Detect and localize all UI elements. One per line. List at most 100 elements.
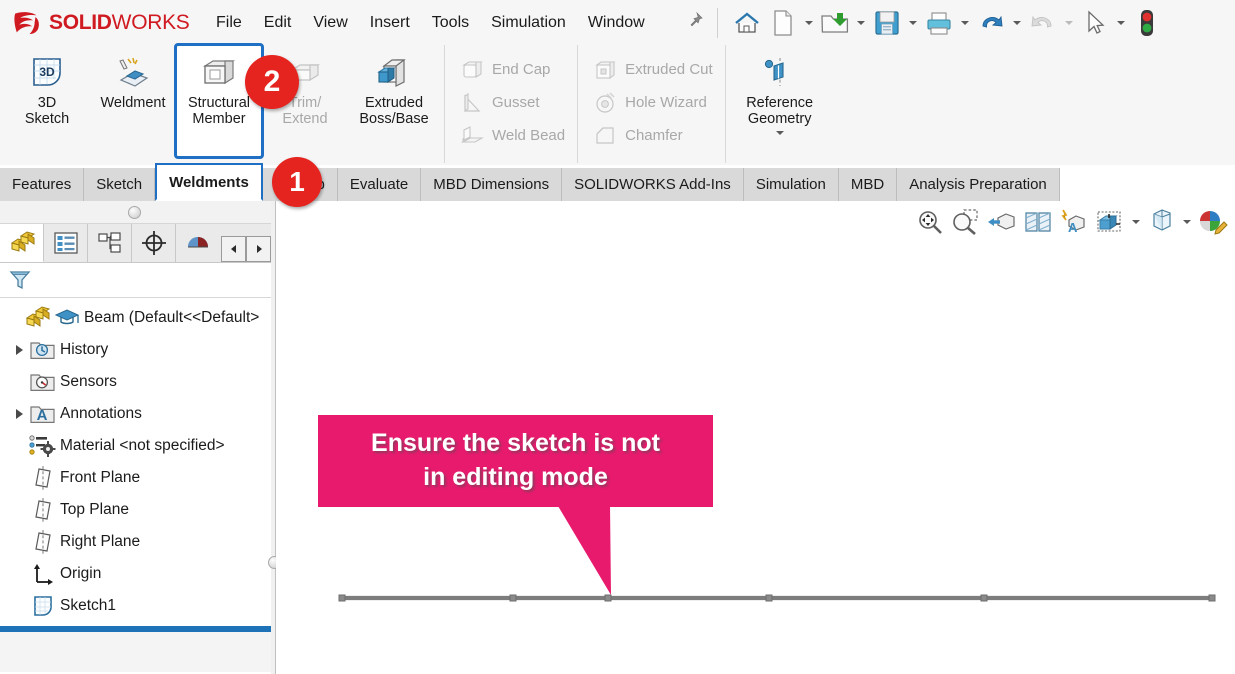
tab-analysis-preparation[interactable]: Analysis Preparation [897,168,1060,201]
configuration-manager-tab[interactable] [88,224,132,262]
hole-wizard-icon [590,91,620,115]
open-folder-icon[interactable] [818,6,852,40]
ribbon-reference-geometry-label: Reference Geometry [746,95,814,128]
tree-item-annotations[interactable]: A Annotations [0,398,271,430]
ribbon-structural-member-button[interactable]: Structural Member [174,43,264,159]
tab-evaluate[interactable]: Evaluate [337,168,422,201]
view-orientation-icon[interactable]: A [1057,205,1091,239]
menu-window[interactable]: Window [588,14,645,32]
tree-item-origin[interactable]: Origin [0,558,271,590]
tree-item-history[interactable]: History [0,334,271,366]
undo-caret-icon[interactable] [1010,6,1024,40]
tab-mbd-dimensions[interactable]: MBD Dimensions [421,168,563,201]
zoom-to-fit-icon[interactable] [913,205,947,239]
tab-mbd[interactable]: MBD [838,168,898,201]
display-manager-tab[interactable] [176,224,219,262]
gusset-icon [457,91,487,115]
menu-edit[interactable]: Edit [264,14,292,32]
tree-item-beam-label: Beam (Default<<Default> [84,309,260,326]
home-icon[interactable] [730,6,764,40]
tab-features[interactable]: Features [0,168,85,201]
ribbon-end-cap-button: End Cap [449,53,573,86]
ribbon-extruded-cut-button: Extruded Cut [582,53,721,86]
edit-appearance-icon[interactable] [1195,205,1229,239]
menu-view[interactable]: View [313,14,347,32]
material-icon [28,433,58,459]
dimxpert-manager-tab[interactable] [132,224,176,262]
hide-show-chevron-down-icon[interactable] [1180,205,1193,239]
tree-item-top-plane[interactable]: Top Plane [0,494,271,526]
pin-icon[interactable] [685,10,705,35]
chamfer-icon [590,124,620,148]
svg-text:A: A [1068,220,1078,235]
ribbon-chamfer-button: Chamfer [582,119,721,152]
feature-manager-tab[interactable] [0,224,44,262]
redo-caret-icon [1062,6,1076,40]
tree-item-front-plane[interactable]: Front Plane [0,462,271,494]
save-caret-icon[interactable] [906,6,920,40]
redo-icon[interactable] [1026,6,1060,40]
select-cursor-icon[interactable] [1078,6,1112,40]
save-icon[interactable] [870,6,904,40]
zoom-to-area-icon[interactable] [949,205,983,239]
tab-solidworks-add-ins[interactable]: SOLIDWORKS Add-Ins [562,168,744,201]
new-document-caret-icon[interactable] [802,6,816,40]
weldment-icon [113,53,153,93]
end-cap-icon [457,58,487,82]
splitter-grip-icon[interactable] [128,206,141,219]
feature-tree-icon [10,230,35,252]
tree-expand-history-icon[interactable] [10,345,28,355]
property-manager-tab[interactable] [44,224,88,262]
ribbon-3d-sketch-button[interactable]: 3D 3D Sketch [4,45,90,127]
view-heads-up-toolbar: A [913,201,1229,243]
tab-sketch[interactable]: Sketch [84,168,156,201]
filter-funnel-icon [9,271,31,290]
tree-item-origin-label: Origin [60,565,102,582]
tree-item-sketch1-label: Sketch1 [60,597,117,614]
ribbon-weldment-button[interactable]: Weldment [90,45,176,111]
quick-access-toolbar [730,6,1164,40]
panel-empty-area [0,632,271,672]
tree-item-material[interactable]: Material <not specified> [0,430,271,462]
tree-item-right-plane[interactable]: Right Plane [0,526,271,558]
menu-tools[interactable]: Tools [432,14,469,32]
tree-item-beam[interactable]: Beam (Default<<Default> [0,302,271,334]
tab-weldments[interactable]: Weldments [155,163,263,201]
print-caret-icon[interactable] [958,6,972,40]
panel-nav-next-button[interactable] [246,236,271,262]
open-folder-caret-icon[interactable] [854,6,868,40]
tree-item-sensors[interactable]: Sensors [0,366,271,398]
feature-tree-filter[interactable] [0,263,271,298]
callout-pointer-icon [558,505,611,595]
crosshair-icon [141,231,166,255]
tab-simulation[interactable]: Simulation [743,168,839,201]
plane-icon [28,529,58,555]
panel-horizontal-splitter[interactable] [0,201,271,224]
tree-expand-annotations-icon[interactable] [10,409,28,419]
menu-file[interactable]: File [216,14,242,32]
panel-nav-prev-button[interactable] [221,236,246,262]
ribbon-group-cut-features: Extruded Cut Hole Wizard Chamfer [577,45,725,163]
display-sphere-icon [187,237,208,248]
ribbon-reference-geometry-button[interactable]: Reference Geometry [730,45,830,136]
print-icon[interactable] [922,6,956,40]
section-view-icon[interactable] [1021,205,1055,239]
new-document-icon[interactable] [766,6,800,40]
hide-show-items-icon[interactable] [1144,205,1178,239]
ribbon-hole-wizard-label: Hole Wizard [625,94,707,111]
rebuild-status-icon[interactable] [1130,6,1164,40]
select-cursor-caret-icon[interactable] [1114,6,1128,40]
reference-geometry-chevron-down-icon[interactable] [775,131,784,136]
display-style-chevron-down-icon[interactable] [1129,205,1142,239]
tree-item-history-label: History [60,341,109,358]
menu-simulation[interactable]: Simulation [491,14,566,32]
ribbon-structural-member-label: Structural Member [187,95,251,128]
previous-view-icon[interactable] [985,205,1019,239]
history-folder-icon [28,338,58,362]
tree-item-sketch1[interactable]: Sketch1 [0,590,271,622]
ribbon-extruded-boss-button[interactable]: Extruded Boss/Base [348,45,440,127]
display-style-icon[interactable] [1093,205,1127,239]
graduation-cap-icon [52,307,82,329]
menu-insert[interactable]: Insert [370,14,410,32]
undo-icon[interactable] [974,6,1008,40]
